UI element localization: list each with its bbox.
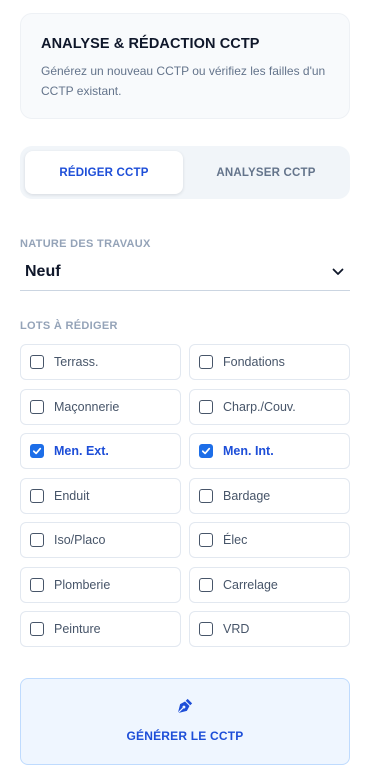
lot-checkbox-item[interactable]: Men. Ext. — [20, 433, 181, 469]
lot-checkbox-item[interactable]: Bardage — [189, 477, 350, 514]
header-card: ANALYSE & RÉDACTION CCTP Générez un nouv… — [20, 13, 350, 119]
lot-checkbox-item[interactable]: Peinture — [20, 611, 181, 647]
lot-checkbox-item[interactable]: Fondations — [189, 344, 350, 380]
lot-label: Plomberie — [54, 577, 111, 592]
checkbox[interactable] — [30, 399, 44, 414]
lot-checkbox-item[interactable]: Men. Int. — [189, 433, 350, 469]
lot-label: Enduit — [54, 488, 90, 503]
lot-label: Élec — [223, 533, 248, 547]
nature-select[interactable]: Neuf — [20, 258, 350, 291]
page-title: ANALYSE & RÉDACTION CCTP — [41, 36, 260, 52]
checkbox[interactable] — [199, 355, 213, 369]
nature-label: NATURE DES TRAVAUX — [20, 238, 151, 250]
lots-label: LOTS À RÉDIGER — [20, 320, 118, 332]
lot-checkbox-item[interactable]: Carrelage — [189, 566, 350, 603]
lot-label: Iso/Placo — [54, 533, 106, 547]
checkbox[interactable] — [30, 444, 44, 458]
tab-analyser[interactable]: ANALYSER CCTP — [187, 151, 345, 194]
pen-nib-icon — [178, 698, 193, 713]
lot-label: Charp./Couv. — [223, 399, 296, 414]
lot-checkbox-item[interactable]: Charp./Couv. — [189, 388, 350, 425]
checkbox[interactable] — [30, 577, 44, 592]
checkbox[interactable] — [199, 577, 213, 592]
lot-checkbox-item[interactable]: Iso/Placo — [20, 522, 181, 558]
lot-label: Carrelage — [223, 577, 278, 592]
tab-rediger[interactable]: RÉDIGER CCTP — [25, 151, 183, 194]
lot-label: Men. Int. — [223, 444, 274, 458]
check-icon — [32, 447, 42, 455]
check-icon — [201, 447, 211, 455]
lot-label: Maçonnerie — [54, 399, 120, 414]
generate-label: GÉNÉRER LE CCTP — [126, 729, 244, 743]
lot-checkbox-item[interactable]: Plomberie — [20, 566, 181, 603]
checkbox[interactable] — [30, 533, 44, 547]
generate-button[interactable]: GÉNÉRER LE CCTP — [20, 678, 350, 765]
lot-label: Men. Ext. — [54, 444, 109, 458]
chevron-down-icon — [332, 268, 344, 275]
lot-checkbox-item[interactable]: VRD — [189, 611, 350, 647]
page-subtitle: Générez un nouveau CCTP ou vérifiez les … — [41, 64, 326, 98]
lot-checkbox-item[interactable]: Terrass. — [20, 344, 181, 380]
checkbox[interactable] — [30, 622, 44, 636]
checkbox[interactable] — [199, 444, 213, 458]
checkbox[interactable] — [199, 399, 213, 414]
lot-label: VRD — [223, 622, 250, 636]
checkbox[interactable] — [199, 488, 213, 503]
mode-tabs: RÉDIGER CCTP ANALYSER CCTP — [20, 146, 350, 199]
lots-grid: Terrass. Fondations Maçonnerie Charp./Couv.… — [20, 344, 350, 647]
checkbox[interactable] — [199, 533, 213, 547]
checkbox[interactable] — [30, 355, 44, 369]
lot-checkbox-item[interactable]: Maçonnerie — [20, 388, 181, 425]
lot-checkbox-item[interactable]: Enduit — [20, 477, 181, 514]
nature-value: Neuf — [25, 263, 61, 280]
lot-checkbox-item[interactable]: Élec — [189, 522, 350, 558]
lot-label: Terrass. — [54, 355, 99, 369]
checkbox[interactable] — [30, 488, 44, 503]
lot-label: Fondations — [223, 355, 285, 369]
lot-label: Bardage — [223, 488, 271, 503]
lot-label: Peinture — [54, 622, 101, 636]
checkbox[interactable] — [199, 622, 213, 636]
